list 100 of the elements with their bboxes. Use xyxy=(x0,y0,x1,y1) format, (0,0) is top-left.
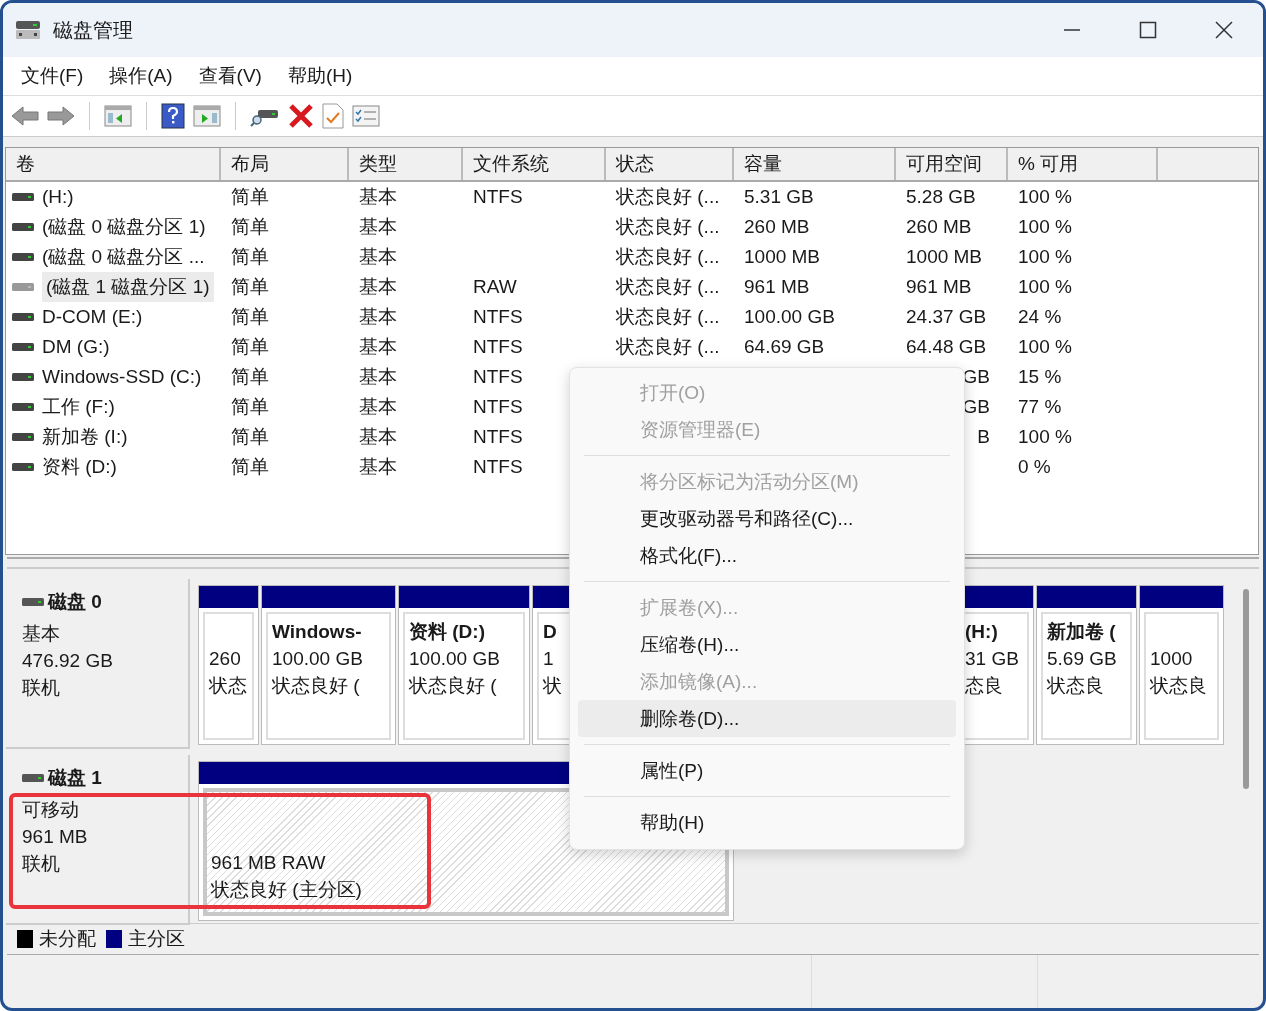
layout-cell-text: 简单 xyxy=(231,215,269,239)
capacity-cell-text: 64.69 GB xyxy=(744,335,825,359)
status-cell-text: 状态良好 (... xyxy=(616,185,720,209)
percent-free-cell-text: 77 % xyxy=(1018,395,1062,419)
drive-icon xyxy=(15,19,41,41)
free-space-cell-text: 64.48 GB xyxy=(906,335,987,359)
type-cell-text: 基本 xyxy=(359,455,397,479)
percent-free-cell-text: 100 % xyxy=(1018,275,1072,299)
volume-name[interactable]: 资料 (D:) xyxy=(42,452,117,482)
column-header[interactable]: 可用空间 xyxy=(896,148,1008,180)
type-cell-text: 基本 xyxy=(359,185,397,209)
panel-icon[interactable] xyxy=(104,104,132,128)
type-cell-text: 基本 xyxy=(359,245,397,269)
menu-item[interactable]: 更改驱动器号和路径(C)... xyxy=(578,500,956,537)
drive-icon xyxy=(12,223,34,231)
drive-icon xyxy=(12,343,34,351)
drive-icon xyxy=(12,283,34,291)
panel-icon[interactable] xyxy=(193,104,221,128)
volume-name[interactable]: Windows-SSD (C:) xyxy=(42,364,202,390)
free-space-cell-text: 260 MB xyxy=(906,215,972,239)
drive-icon xyxy=(22,774,44,782)
volume-name[interactable]: D-COM (E:) xyxy=(42,304,143,330)
menu-item[interactable]: 压缩卷(H)... xyxy=(578,626,956,663)
capacity-cell-text: 100.00 GB xyxy=(744,305,835,329)
disk-size: 961 MB xyxy=(22,825,89,849)
drive-icon xyxy=(12,433,34,441)
volume-name[interactable]: (磁盘 0 磁盘分区 ... xyxy=(42,242,205,272)
partition-block[interactable]: 资料 (D:) 100.00 GB 状态良好 ( xyxy=(398,585,530,745)
disk-type: 基本 xyxy=(22,622,61,646)
file-system-cell-text: NTFS xyxy=(473,455,523,479)
disk-info-panel[interactable]: 磁盘 1 可移动 961 MB 联机 xyxy=(6,755,190,925)
capacity-cell-text: 260 MB xyxy=(744,215,810,239)
help-icon[interactable] xyxy=(161,103,185,129)
percent-free-cell-text: 100 % xyxy=(1018,335,1072,359)
file-system-cell-text: NTFS xyxy=(473,335,523,359)
drive-icon xyxy=(12,253,34,261)
type-cell-text: 基本 xyxy=(359,425,397,449)
maximize-icon[interactable] xyxy=(1139,21,1157,39)
column-header[interactable]: 文件系统 xyxy=(463,148,606,180)
volume-name[interactable]: DM (G:) xyxy=(42,334,110,360)
layout-cell-text: 简单 xyxy=(231,335,269,359)
type-cell-text: 基本 xyxy=(359,275,397,299)
capacity-cell-text: 961 MB xyxy=(744,275,810,299)
volume-name[interactable]: (H:) xyxy=(42,184,74,210)
percent-free-cell-text: 24 % xyxy=(1018,305,1062,329)
menu-item[interactable]: 帮助(H) xyxy=(287,63,353,89)
type-cell-text: 基本 xyxy=(359,335,397,359)
disk-status: 联机 xyxy=(22,676,61,700)
partition-block[interactable]: 新加卷 ( 5.69 GB 状态良 xyxy=(1036,585,1137,745)
type-cell-text: 基本 xyxy=(359,305,397,329)
scrollbar-thumb[interactable] xyxy=(1243,589,1249,789)
file-system-cell-text: RAW xyxy=(473,275,517,299)
free-space-cell-text: 24.37 GB xyxy=(906,305,987,329)
volume-name[interactable]: 工作 (F:) xyxy=(42,392,115,422)
free-space-cell-text: 1000 MB xyxy=(906,245,983,269)
window-title: 磁盘管理 xyxy=(53,17,133,43)
legend-label: 主分区 xyxy=(128,927,185,951)
layout-cell-text: 简单 xyxy=(231,185,269,209)
menu-item[interactable]: 删除卷(D)... xyxy=(578,700,956,737)
layout-cell-text: 简单 xyxy=(231,305,269,329)
drive-icon xyxy=(12,463,34,471)
back-arrow-icon[interactable] xyxy=(11,105,39,127)
file-system-cell-text: NTFS xyxy=(473,185,523,209)
column-header[interactable]: 状态 xyxy=(606,148,734,180)
drive-icon xyxy=(12,403,34,411)
partition-block[interactable]: Windows- 100.00 GB 状态良好 ( xyxy=(261,585,396,745)
partition-block[interactable]: 1000 状态良 xyxy=(1139,585,1224,745)
volume-name[interactable]: (磁盘 0 磁盘分区 1) xyxy=(42,212,206,242)
status-cell-text: 状态良好 (... xyxy=(616,305,720,329)
volume-name[interactable]: 新加卷 (I:) xyxy=(42,422,128,452)
disk-name: 磁盘 0 xyxy=(48,590,102,614)
disk-size: 476.92 GB xyxy=(22,649,114,673)
checklist-icon[interactable] xyxy=(352,104,380,128)
column-header[interactable]: 类型 xyxy=(349,148,463,180)
checked-document-icon[interactable] xyxy=(322,103,344,129)
free-space-cell-text: 961 MB xyxy=(906,275,972,299)
status-cell-text: 状态良好 (... xyxy=(616,335,720,359)
free-space-cell-text: B xyxy=(977,425,990,449)
menu-item[interactable]: 操作(A) xyxy=(109,63,173,89)
column-header[interactable]: 布局 xyxy=(221,148,349,180)
file-system-cell-text: NTFS xyxy=(473,395,523,419)
forward-arrow-icon[interactable] xyxy=(47,105,75,127)
drive-icon xyxy=(12,313,34,321)
column-header[interactable]: 卷 xyxy=(6,148,221,180)
menu-item[interactable]: 格式化(F)... xyxy=(578,537,956,574)
column-header[interactable]: % 可用 xyxy=(1008,148,1158,180)
percent-free-cell-text: 100 % xyxy=(1018,215,1072,239)
menu-item[interactable]: 文件(F) xyxy=(21,63,84,89)
partition-block[interactable]: 260 状态 xyxy=(198,585,259,745)
capacity-cell-text: 5.31 GB xyxy=(744,185,814,209)
close-icon[interactable] xyxy=(1215,21,1233,39)
delete-icon[interactable] xyxy=(288,103,314,129)
volume-name[interactable]: (磁盘 1 磁盘分区 1) xyxy=(42,272,214,302)
disk-info-panel[interactable]: 磁盘 0 基本 476.92 GB 联机 xyxy=(6,579,190,749)
disk-status: 联机 xyxy=(22,852,61,876)
layout-cell-text: 简单 xyxy=(231,425,269,449)
menu-item[interactable]: 查看(V) xyxy=(198,63,262,89)
column-header[interactable]: 容量 xyxy=(734,148,896,180)
file-system-cell-text: NTFS xyxy=(473,365,523,389)
layout-cell-text: 简单 xyxy=(231,245,269,269)
